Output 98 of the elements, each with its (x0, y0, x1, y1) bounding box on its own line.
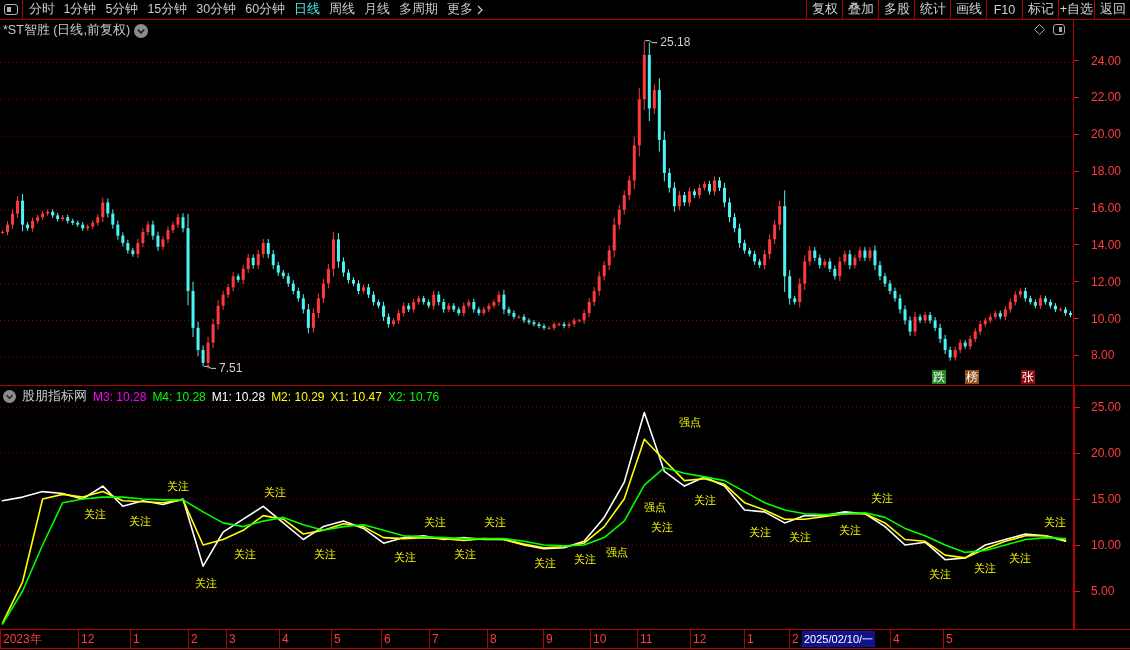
date-label: 10 (593, 632, 607, 646)
axis-label: 15.00 (1091, 492, 1122, 506)
indicator-reading: X1: 10.47 (330, 389, 382, 404)
indicator-name: 股朋指标网 (22, 388, 87, 405)
axis-label: 8.00 (1091, 348, 1115, 363)
dropdown-icon[interactable] (3, 390, 16, 403)
axis-label: 24.00 (1091, 53, 1122, 68)
indicator-reading: M1: 10.28 (211, 389, 266, 404)
toolbar-button[interactable]: 画线 (950, 0, 986, 19)
indicator-reading: M4: 10.28 (152, 389, 206, 404)
diamond-icon[interactable] (1034, 24, 1045, 35)
chevron-right-icon (477, 4, 484, 15)
axis-label: 25.00 (1091, 399, 1122, 414)
signal-tag: 榜 (965, 370, 979, 384)
price-label: 25.18 (660, 34, 691, 49)
axis-label: 20.00 (1091, 127, 1122, 142)
signal-label: 关注 (694, 494, 716, 506)
signal-label: 关注 (749, 526, 771, 538)
period-tab[interactable]: 多周期 (394, 1, 443, 18)
toolbar-button[interactable]: 返回 (1094, 0, 1130, 19)
date-label: 1 (133, 632, 140, 646)
axis-label: 16.00 (1091, 201, 1122, 216)
date-label: 2 (191, 632, 198, 646)
signal-label: 关注 (129, 515, 151, 527)
signal-label: 关注 (929, 568, 951, 580)
date-label: 2023年 (3, 632, 42, 646)
signal-label: 关注 (167, 480, 189, 492)
toolbar-button[interactable]: 标记 (1022, 0, 1058, 19)
dropdown-icon[interactable] (134, 23, 149, 38)
signal-label: 关注 (195, 577, 217, 589)
date-label: 4 (282, 632, 289, 646)
period-tab[interactable]: 30分钟 (191, 1, 241, 18)
indicator-reading: M3: 10.28 (93, 389, 147, 404)
axis-label: 10.00 (1091, 538, 1122, 552)
signal-label: 关注 (839, 524, 861, 536)
more-menu[interactable]: 更多 (442, 1, 488, 18)
signal-label: 关注 (234, 548, 256, 560)
date-label: 11 (640, 632, 653, 646)
period-tab[interactable]: 15分钟 (142, 1, 192, 18)
date-label: 12 (81, 632, 95, 646)
signal-label: 关注 (424, 516, 446, 528)
date-label: 4 (893, 632, 900, 646)
signal-label: 关注 (789, 531, 811, 543)
date-label: 2 (792, 632, 799, 646)
date-label: 3 (229, 632, 236, 646)
period-tab[interactable]: 月线 (359, 1, 395, 18)
axis-label: 22.00 (1091, 90, 1122, 105)
signal-label: 关注 (651, 521, 673, 533)
signal-label: 关注 (314, 548, 336, 560)
date-readout: 2025/02/10/一 (802, 631, 876, 647)
date-label: 5 (946, 632, 953, 646)
period-tab[interactable]: 5分钟 (100, 1, 143, 18)
date-label: 9 (546, 632, 553, 646)
indicator-reading: X2: 10.76 (387, 389, 440, 404)
signal-label: 强点 (606, 546, 628, 558)
signal-label: 关注 (484, 516, 506, 528)
period-tab[interactable]: 60分钟 (240, 1, 290, 18)
signal-label: 关注 (264, 486, 286, 498)
signal-label: 关注 (974, 562, 996, 574)
period-tab[interactable]: 分时 (24, 1, 59, 18)
axis-label: 20.00 (1091, 445, 1122, 460)
date-label: 1 (747, 632, 754, 646)
signal-label: 强点 (644, 501, 666, 513)
axis-label: 10.00 (1091, 311, 1122, 326)
axis-label: 14.00 (1091, 237, 1122, 252)
signal-tag: 张 (1021, 370, 1035, 384)
signal-label: 关注 (84, 508, 106, 520)
panel-toggle-icon[interactable] (1053, 24, 1065, 35)
signal-label: 关注 (394, 551, 416, 563)
chart-title: *ST智胜 (日线,前复权) (3, 22, 131, 39)
toolbar-button[interactable]: 统计 (914, 0, 950, 19)
toolbar-button[interactable]: F10 (986, 0, 1022, 19)
period-tab[interactable]: 日线 (289, 1, 325, 18)
price-label: 7.51 (219, 360, 243, 375)
date-label: 5 (334, 632, 341, 646)
signal-label: 关注 (871, 492, 893, 504)
period-tab[interactable]: 1分钟 (59, 1, 101, 18)
signal-label: 关注 (454, 548, 476, 560)
date-label: 12 (693, 632, 707, 646)
date-label: 6 (384, 632, 391, 646)
toolbar-button[interactable]: +自选 (1058, 0, 1094, 19)
toolbar-button[interactable]: 多股 (878, 0, 914, 19)
signal-tag: 跌 (932, 370, 946, 384)
signal-label: 关注 (534, 557, 556, 569)
panel-toggle-icon (4, 4, 18, 15)
signal-label: 关注 (1044, 516, 1066, 528)
signal-label: 强点 (679, 416, 701, 428)
signal-label: 关注 (574, 553, 596, 565)
indicator-reading: M2: 10.29 (271, 389, 325, 404)
period-tab[interactable]: 周线 (324, 1, 360, 18)
toolbar-button[interactable]: 复权 (806, 0, 842, 19)
date-label: 8 (490, 632, 497, 646)
signal-label: 关注 (1009, 552, 1031, 564)
date-label: 7 (432, 632, 439, 646)
axis-label: 12.00 (1091, 274, 1122, 289)
axis-label: 18.00 (1091, 164, 1122, 179)
axis-label: 5.00 (1091, 584, 1115, 598)
toolbar-button[interactable]: 叠加 (842, 0, 878, 19)
